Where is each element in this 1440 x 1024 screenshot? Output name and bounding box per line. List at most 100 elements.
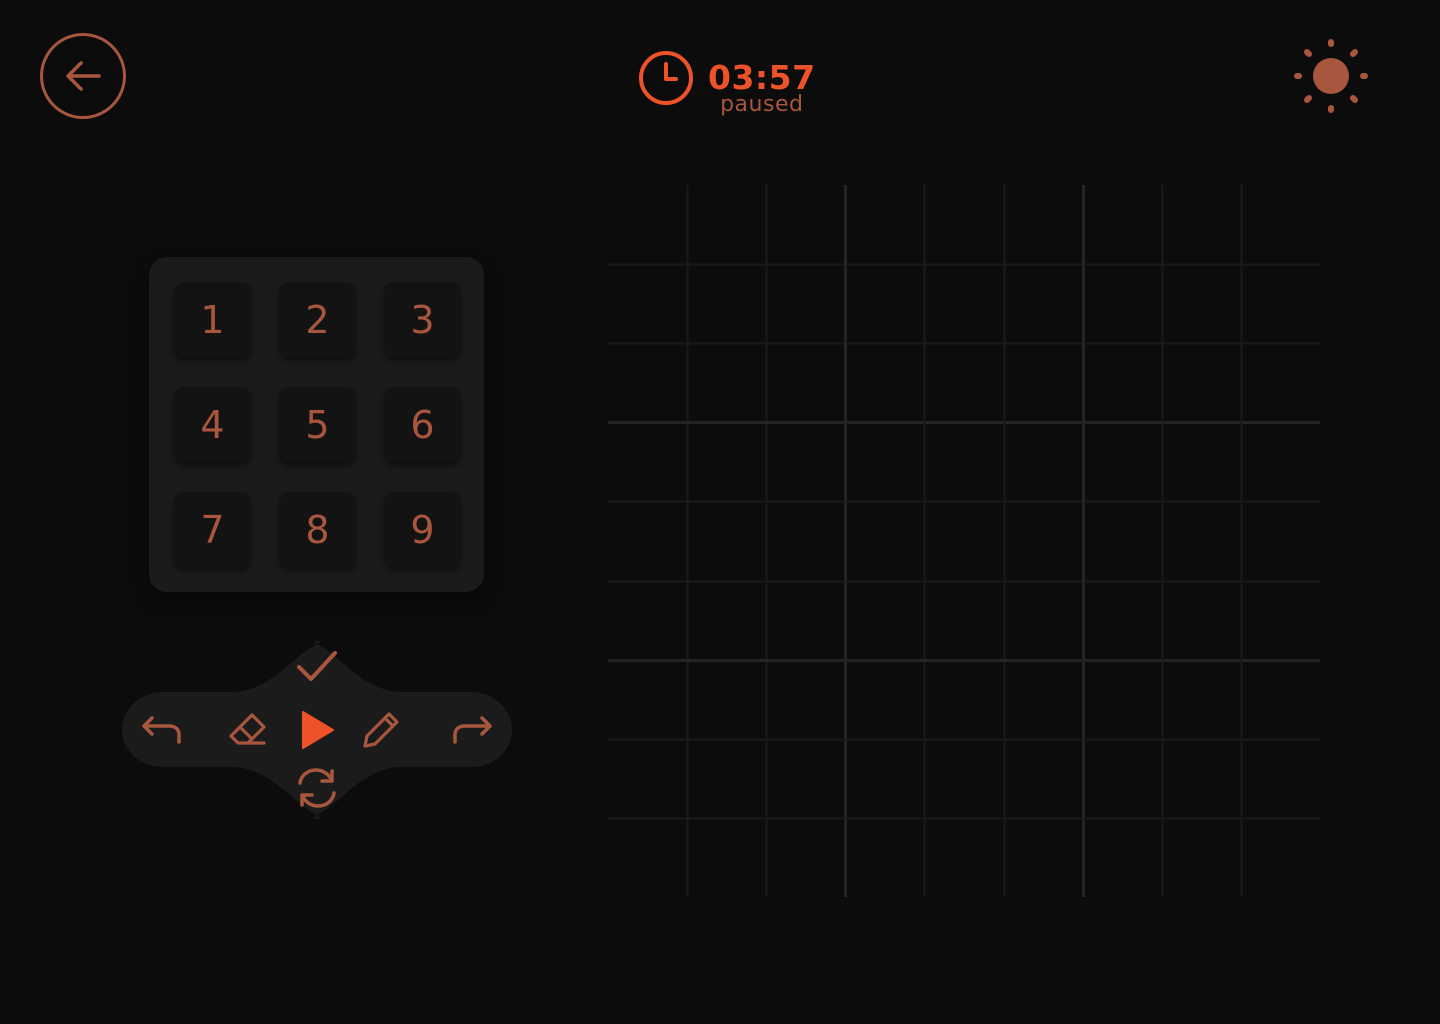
board-cell-r1-c1[interactable] xyxy=(608,185,687,264)
board-cell-r6-c5[interactable] xyxy=(924,581,1003,660)
board-cell-r4-c5[interactable] xyxy=(924,422,1003,501)
board-cell-r7-c6[interactable] xyxy=(1004,660,1083,739)
board-cell-r4-c7[interactable] xyxy=(1083,422,1162,501)
check-button[interactable] xyxy=(292,645,342,689)
board-cell-r9-c9[interactable] xyxy=(1241,818,1320,897)
board-cell-r6-c1[interactable] xyxy=(608,581,687,660)
board-cell-r6-c8[interactable] xyxy=(1162,581,1241,660)
board-cell-r3-c4[interactable] xyxy=(845,343,924,422)
redo-button[interactable] xyxy=(448,707,498,753)
board-cell-r4-c1[interactable] xyxy=(608,422,687,501)
board-cell-r5-c2[interactable] xyxy=(687,501,766,580)
number-key-7[interactable]: 7 xyxy=(174,492,251,567)
board-cell-r9-c1[interactable] xyxy=(608,818,687,897)
board-cell-r8-c9[interactable] xyxy=(1241,739,1320,818)
number-key-6[interactable]: 6 xyxy=(384,387,461,462)
number-key-9[interactable]: 9 xyxy=(384,492,461,567)
board-cell-r2-c9[interactable] xyxy=(1241,264,1320,343)
erase-button[interactable] xyxy=(222,707,272,753)
board-cell-r1-c7[interactable] xyxy=(1083,185,1162,264)
board-cell-r6-c7[interactable] xyxy=(1083,581,1162,660)
board-cell-r9-c2[interactable] xyxy=(687,818,766,897)
board-cell-r2-c6[interactable] xyxy=(1004,264,1083,343)
timer[interactable]: 03:57 paused xyxy=(638,50,816,116)
board-cell-r4-c4[interactable] xyxy=(845,422,924,501)
board-cell-r3-c8[interactable] xyxy=(1162,343,1241,422)
board-cell-r5-c7[interactable] xyxy=(1083,501,1162,580)
board-cell-r7-c7[interactable] xyxy=(1083,660,1162,739)
board-cell-r8-c3[interactable] xyxy=(766,739,845,818)
board-cell-r7-c5[interactable] xyxy=(924,660,1003,739)
theme-toggle-button[interactable] xyxy=(1292,37,1370,115)
board-cell-r8-c1[interactable] xyxy=(608,739,687,818)
number-key-2[interactable]: 2 xyxy=(279,282,356,357)
board-cell-r1-c2[interactable] xyxy=(687,185,766,264)
board-cell-r4-c6[interactable] xyxy=(1004,422,1083,501)
board-cell-r7-c2[interactable] xyxy=(687,660,766,739)
board-cell-r2-c7[interactable] xyxy=(1083,264,1162,343)
restart-button[interactable] xyxy=(290,763,344,813)
board-cell-r3-c1[interactable] xyxy=(608,343,687,422)
board-cell-r5-c6[interactable] xyxy=(1004,501,1083,580)
board-cell-r8-c7[interactable] xyxy=(1083,739,1162,818)
sudoku-board[interactable] xyxy=(608,185,1320,897)
pencil-button[interactable] xyxy=(358,705,404,755)
play-button[interactable] xyxy=(294,705,340,755)
board-cell-r6-c4[interactable] xyxy=(845,581,924,660)
board-cell-r7-c1[interactable] xyxy=(608,660,687,739)
board-cell-r2-c2[interactable] xyxy=(687,264,766,343)
board-cell-r9-c5[interactable] xyxy=(924,818,1003,897)
board-cell-r5-c3[interactable] xyxy=(766,501,845,580)
number-key-3[interactable]: 3 xyxy=(384,282,461,357)
board-cell-r1-c5[interactable] xyxy=(924,185,1003,264)
board-cell-r1-c4[interactable] xyxy=(845,185,924,264)
board-cell-r9-c3[interactable] xyxy=(766,818,845,897)
board-cell-r9-c8[interactable] xyxy=(1162,818,1241,897)
board-cell-r3-c7[interactable] xyxy=(1083,343,1162,422)
board-cell-r1-c3[interactable] xyxy=(766,185,845,264)
board-cell-r1-c9[interactable] xyxy=(1241,185,1320,264)
board-cell-r3-c5[interactable] xyxy=(924,343,1003,422)
board-cell-r1-c8[interactable] xyxy=(1162,185,1241,264)
board-cell-r2-c1[interactable] xyxy=(608,264,687,343)
board-cell-r6-c9[interactable] xyxy=(1241,581,1320,660)
board-cell-r2-c4[interactable] xyxy=(845,264,924,343)
number-key-4[interactable]: 4 xyxy=(174,387,251,462)
board-cell-r8-c4[interactable] xyxy=(845,739,924,818)
board-cell-r3-c6[interactable] xyxy=(1004,343,1083,422)
board-cell-r3-c3[interactable] xyxy=(766,343,845,422)
board-cell-r7-c9[interactable] xyxy=(1241,660,1320,739)
number-key-1[interactable]: 1 xyxy=(174,282,251,357)
board-cell-r8-c8[interactable] xyxy=(1162,739,1241,818)
board-cell-r6-c3[interactable] xyxy=(766,581,845,660)
board-cell-r9-c7[interactable] xyxy=(1083,818,1162,897)
board-cell-r7-c4[interactable] xyxy=(845,660,924,739)
board-cell-r9-c4[interactable] xyxy=(845,818,924,897)
board-cell-r3-c9[interactable] xyxy=(1241,343,1320,422)
board-cell-r5-c1[interactable] xyxy=(608,501,687,580)
board-cell-r1-c6[interactable] xyxy=(1004,185,1083,264)
board-cell-r8-c5[interactable] xyxy=(924,739,1003,818)
board-cell-r8-c6[interactable] xyxy=(1004,739,1083,818)
board-cell-r8-c2[interactable] xyxy=(687,739,766,818)
board-cell-r4-c2[interactable] xyxy=(687,422,766,501)
board-cell-r7-c3[interactable] xyxy=(766,660,845,739)
number-key-8[interactable]: 8 xyxy=(279,492,356,567)
board-cell-r4-c8[interactable] xyxy=(1162,422,1241,501)
board-cell-r6-c2[interactable] xyxy=(687,581,766,660)
number-key-5[interactable]: 5 xyxy=(279,387,356,462)
board-cell-r5-c4[interactable] xyxy=(845,501,924,580)
board-cell-r6-c6[interactable] xyxy=(1004,581,1083,660)
board-cell-r2-c8[interactable] xyxy=(1162,264,1241,343)
board-cell-r5-c8[interactable] xyxy=(1162,501,1241,580)
board-cell-r2-c3[interactable] xyxy=(766,264,845,343)
board-cell-r5-c9[interactable] xyxy=(1241,501,1320,580)
board-cell-r7-c8[interactable] xyxy=(1162,660,1241,739)
board-cell-r2-c5[interactable] xyxy=(924,264,1003,343)
board-cell-r5-c5[interactable] xyxy=(924,501,1003,580)
board-cell-r4-c3[interactable] xyxy=(766,422,845,501)
board-cell-r3-c2[interactable] xyxy=(687,343,766,422)
back-button[interactable] xyxy=(40,33,126,119)
board-cell-r4-c9[interactable] xyxy=(1241,422,1320,501)
board-cell-r9-c6[interactable] xyxy=(1004,818,1083,897)
